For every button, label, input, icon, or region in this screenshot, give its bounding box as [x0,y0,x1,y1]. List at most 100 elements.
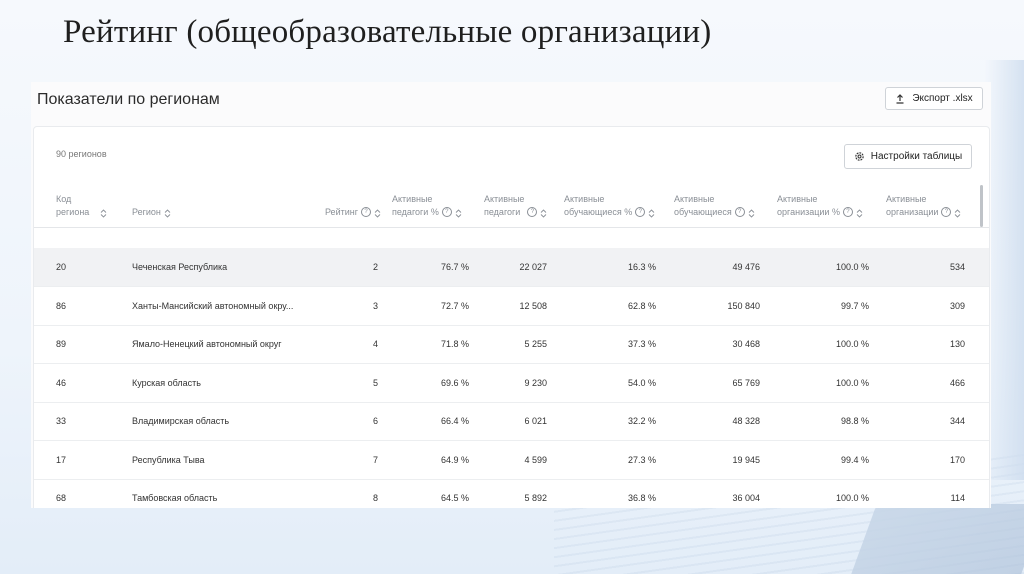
cell-students-pct: 62.8 % [627,300,656,311]
cell-orgs: 466 [949,377,965,388]
cell-region: Республика Тыва [132,454,205,465]
table-row[interactable]: 89 Ямало-Ненецкий автономный округ 4 71.8 %… [34,325,989,364]
cell-students-pct: 32.2 % [627,416,656,426]
cell-teachers-pct: 69.6 % [440,377,469,388]
cell-students-pct: 54.0 % [627,377,656,388]
table-row[interactable]: 17 Республика Тыва 7 64.9 % 4 599 27.3 % 19 94… [34,441,989,480]
cell-rating: 5 [372,377,378,388]
cell-code: 33 [56,416,67,426]
panel-title: Показатели по регионам [37,91,220,108]
cell-orgs: 534 [949,262,965,272]
cell-students: 19 945 [732,454,760,465]
sort-icon [100,209,107,218]
cell-code: 20 [56,262,67,272]
cell-teachers: 9 230 [524,377,547,388]
cell-students: 48 328 [732,416,760,426]
cell-region: Курская область [132,377,201,388]
cell-code: 89 [56,339,67,349]
cell-teachers-pct: 71.8 % [440,339,469,349]
column-header-region[interactable]: Регион [132,206,171,219]
column-header-teachers[interactable]: Активные педагоги ? [484,193,547,219]
cell-rating: 6 [372,416,378,426]
table-row[interactable]: 33 Владимирская область 6 66.4 % 6 021 32.2 %… [34,402,989,441]
cell-teachers: 5 255 [524,339,547,349]
cell-students-pct: 16.3 % [627,262,656,272]
help-icon[interactable]: ? [527,207,538,217]
table-card: 90 регионов Настройки таблицы Код регион… [33,126,990,508]
cell-orgs-pct: 100.0 % [835,339,869,349]
sort-icon [164,209,171,218]
table-settings-button[interactable]: Настройки таблицы [844,144,972,169]
export-xlsx-button[interactable]: Экспорт .xlsx [885,87,983,110]
table-row[interactable]: 86 Ханты-Мансийский автономный окру... 3 72… [34,287,989,326]
cell-teachers: 6 021 [524,416,547,426]
cell-orgs: 170 [949,454,965,465]
cell-students-pct: 27.3 % [627,454,656,465]
table-row[interactable]: 68 Тамбовская область 8 64.5 % 5 892 36.8 % 36… [34,479,989,508]
cell-rating: 3 [372,300,378,311]
cell-students: 36 004 [732,493,760,503]
cell-region: Ямало-Ненецкий автономный округ [132,339,282,349]
table-row[interactable]: 46 Курская область 5 69.6 % 9 230 54.0 % 65 76… [34,364,989,403]
cell-region: Тамбовская область [132,493,218,503]
table-header: Код региона Регион Рейтинг ? Активные пе… [34,183,989,228]
cell-orgs: 114 [950,493,965,503]
cell-region: Чеченская Республика [132,262,228,272]
column-header-rating[interactable]: Рейтинг ? [284,206,381,219]
cell-orgs: 309 [949,300,965,311]
upload-icon [896,93,904,104]
help-icon[interactable]: ? [941,207,952,217]
help-icon[interactable]: ? [842,207,853,217]
cell-orgs: 344 [949,416,965,426]
sort-icon [748,209,755,218]
help-icon[interactable]: ? [635,207,646,217]
sort-icon [455,209,462,218]
cell-students-pct: 37.3 % [627,339,656,349]
cell-teachers: 22 027 [519,262,547,272]
cell-code: 46 [56,377,67,388]
cell-students: 150 840 [727,300,760,311]
column-header-code[interactable]: Код региона [56,193,131,219]
help-icon[interactable]: ? [361,207,371,217]
column-header-teachers-pct[interactable]: Активные педагоги % ? [392,193,462,219]
cell-teachers: 4 599 [524,454,547,465]
cell-code: 17 [56,454,67,465]
slide-title: Рейтинг (общеобразовательные организации… [63,14,712,50]
panel-header: Показатели по регионам Экспорт .xlsx [31,82,991,122]
column-header-students-pct[interactable]: Активные обучающиеся % ? [564,193,655,219]
sort-icon [955,209,961,218]
sort-icon [374,209,381,218]
cell-teachers-pct: 76.7 % [440,262,469,272]
cell-code: 68 [56,493,67,503]
cell-students: 30 468 [732,339,760,349]
cell-orgs: 130 [949,339,965,349]
cell-orgs-pct: 100.0 % [835,377,869,388]
export-label: Экспорт .xlsx [912,93,973,104]
sort-icon [648,209,655,218]
column-header-students[interactable]: Активные обучающиеся ? [674,193,755,219]
cell-students: 49 476 [732,262,760,272]
sort-icon [541,209,547,218]
column-header-orgs-pct[interactable]: Активные организации % ? [777,193,863,219]
gear-icon [855,152,864,161]
cell-teachers-pct: 64.5 % [440,493,469,503]
cell-teachers-pct: 66.4 % [440,416,469,426]
sort-icon [856,209,863,218]
cell-rating: 7 [372,454,378,465]
table-row[interactable]: 20 Чеченская Республика 2 76.7 % 22 027 16.3 … [34,248,989,287]
cell-region: Ханты-Мансийский автономный окру... [132,300,294,311]
cell-orgs-pct: 99.4 % [840,454,869,465]
help-icon[interactable]: ? [734,207,745,217]
cell-teachers-pct: 72.7 % [440,300,469,311]
cell-orgs-pct: 98.8 % [840,416,869,426]
cell-teachers: 5 892 [524,493,547,503]
region-count: 90 регионов [56,149,107,159]
screenshot-panel: Показатели по регионам Экспорт .xlsx 90 … [31,82,991,508]
column-header-orgs[interactable]: Активные организации ? [886,193,961,219]
help-icon[interactable]: ? [441,207,452,217]
background-laptop-decoration [851,504,1024,574]
cell-orgs-pct: 100.0 % [835,493,869,503]
cell-rating: 8 [372,493,378,503]
cell-region: Владимирская область [132,416,230,426]
cell-rating: 2 [372,262,378,272]
